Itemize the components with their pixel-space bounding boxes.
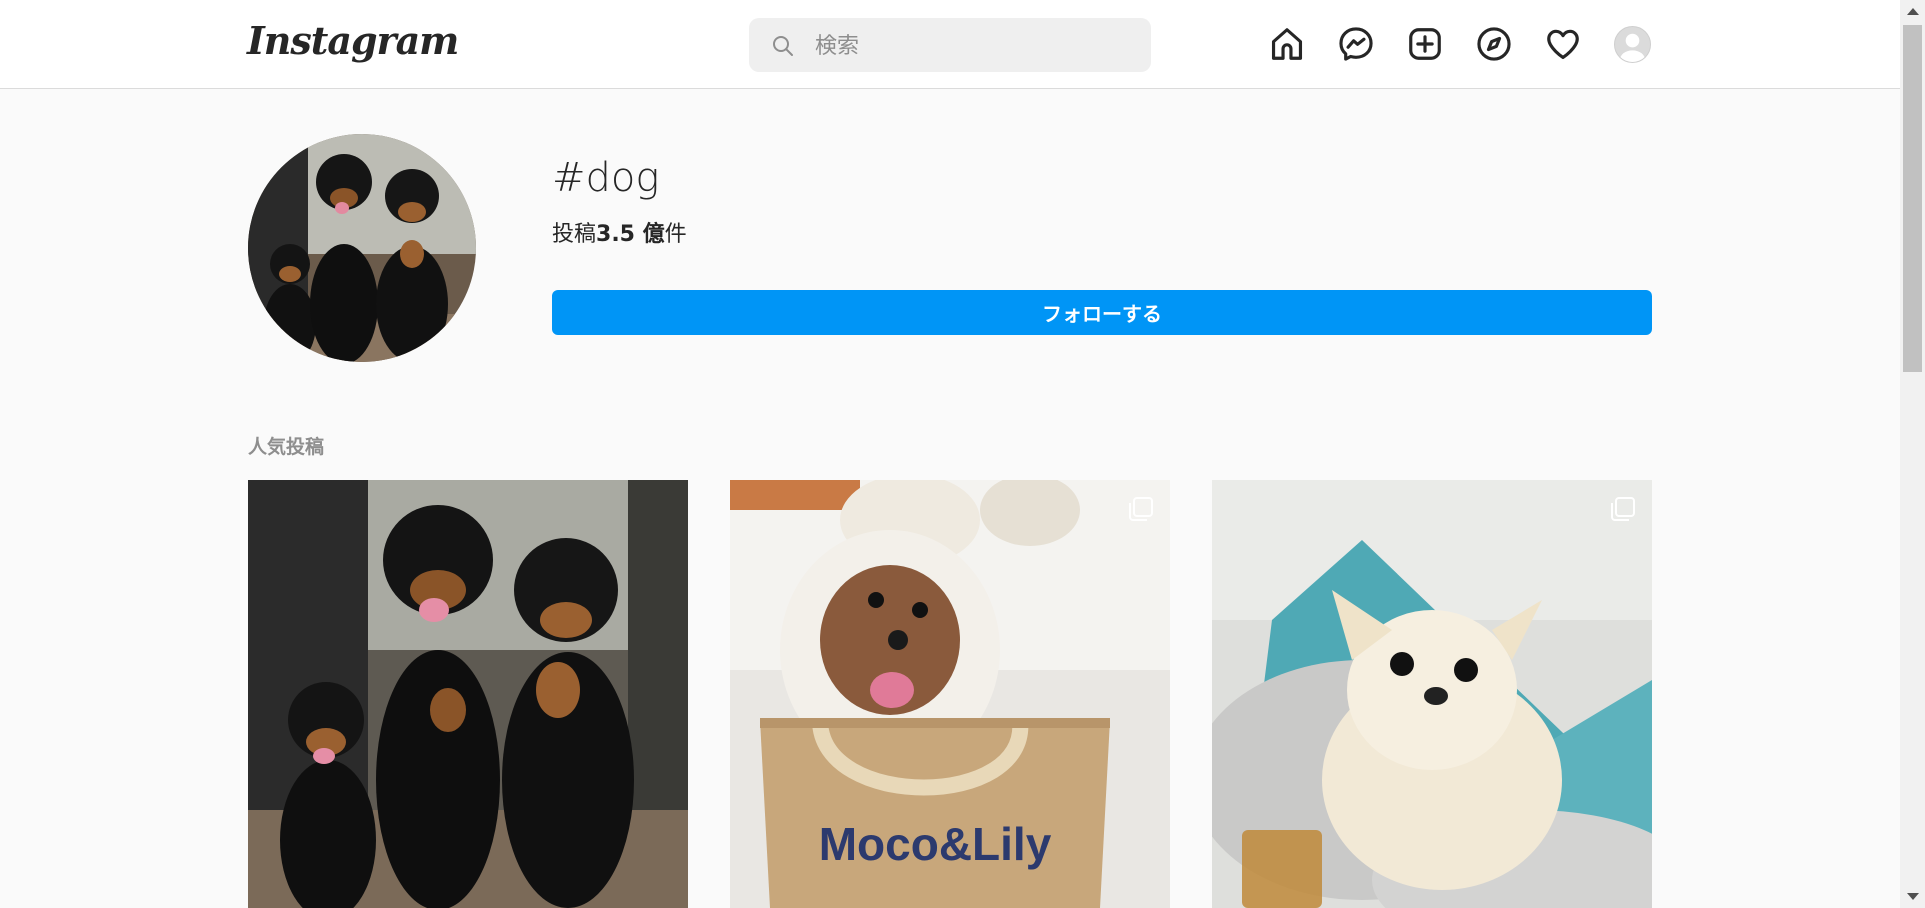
multiple-images-icon	[1611, 497, 1635, 521]
search-icon	[773, 36, 793, 56]
page-scrollbar[interactable]	[1900, 0, 1925, 908]
search-box[interactable]	[749, 18, 1151, 74]
messenger-icon[interactable]	[1337, 25, 1375, 63]
posts-count-suffix: 件	[664, 222, 687, 247]
posts-count: 投稿3.5 億件	[552, 216, 687, 248]
activity-heart-icon[interactable]	[1544, 25, 1582, 63]
home-icon[interactable]	[1268, 25, 1306, 63]
scroll-up-arrow-icon[interactable]	[1907, 8, 1919, 15]
post-tile[interactable]	[248, 480, 688, 908]
post-image-poodle-in-bag: Moco&Lily	[730, 480, 1170, 908]
post-image-chihuahua	[1212, 480, 1652, 908]
instagram-logo[interactable]: Instagram	[247, 18, 459, 63]
scrollbar-thumb[interactable]	[1903, 25, 1922, 372]
explore-icon[interactable]	[1475, 25, 1513, 63]
follow-button[interactable]: フォローする	[552, 290, 1652, 335]
scroll-down-arrow-icon[interactable]	[1907, 893, 1919, 900]
multiple-images-icon	[1129, 497, 1153, 521]
new-post-icon[interactable]	[1406, 25, 1444, 63]
post-tile[interactable]	[1212, 480, 1652, 908]
default-user-icon	[1619, 33, 1646, 62]
profile-avatar[interactable]	[1614, 26, 1651, 63]
top-posts-label: 人気投稿	[248, 436, 325, 458]
hashtag-avatar-image	[248, 134, 476, 362]
hashtag-title: #dog	[552, 155, 660, 201]
search-input[interactable]	[813, 18, 1137, 74]
posts-count-prefix: 投稿	[552, 222, 597, 247]
post-image-rottweilers	[248, 480, 688, 908]
bag-print-text: Moco&Lily	[819, 818, 1052, 870]
posts-count-value: 3.5 億	[596, 222, 665, 247]
top-navigation-bar: Instagram	[0, 0, 1900, 89]
post-tile[interactable]: Moco&Lily	[730, 480, 1170, 908]
